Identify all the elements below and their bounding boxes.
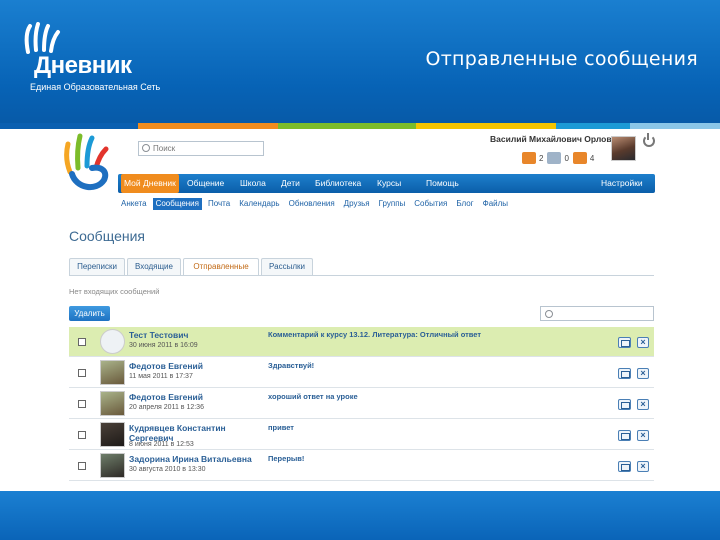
sender-name[interactable]: Федотов Евгений xyxy=(129,361,203,371)
avatar xyxy=(100,453,125,478)
sender-name[interactable]: Кудрявцев Константин Сергеевич xyxy=(129,423,239,443)
friends-counter[interactable]: 0 xyxy=(547,152,569,164)
search-input[interactable]: Поиск xyxy=(138,141,264,156)
search-placeholder: Поиск xyxy=(153,144,176,153)
reply-icon[interactable] xyxy=(618,461,631,472)
message-date: 30 июня 2011 в 16:09 xyxy=(129,342,198,349)
color-strip xyxy=(0,123,720,129)
tab-inbox[interactable]: Входящие xyxy=(127,258,181,275)
table-row[interactable]: Кудрявцев Константин Сергеевич 8 июня 20… xyxy=(69,420,654,450)
sender-name[interactable]: Задорина Ирина Витальевна xyxy=(129,454,252,464)
table-row[interactable]: Задорина Ирина Витальевна 30 августа 201… xyxy=(69,451,654,481)
logo-tagline: Единая Образовательная Сеть xyxy=(30,82,161,92)
app-screenshot: Поиск Василий Михайлович Орлов 2 0 4 Мой… xyxy=(60,130,660,488)
sender-name[interactable]: Федотов Евгений xyxy=(129,392,203,402)
notifications-counter[interactable]: 4 xyxy=(572,152,595,164)
message-subject[interactable]: хороший ответ на уроке xyxy=(268,392,358,401)
subnav-item-profile[interactable]: Анкета xyxy=(118,198,150,210)
nav-item-my-diary[interactable]: Мой Дневник xyxy=(121,174,179,193)
message-date: 30 августа 2010 в 13:30 xyxy=(129,466,206,473)
search-icon xyxy=(545,310,553,318)
message-date: 8 июня 2011 в 12:53 xyxy=(129,441,194,448)
nav-item-communication[interactable]: Общение xyxy=(184,174,227,193)
table-row[interactable]: Федотов Евгений 11 мая 2011 в 17:37 Здра… xyxy=(69,358,654,388)
subnav-item-blog[interactable]: Блог xyxy=(453,198,476,210)
tabs-divider xyxy=(69,275,654,276)
subnav-item-groups[interactable]: Группы xyxy=(376,198,409,210)
slide-footer xyxy=(0,491,720,540)
subnav-item-messages[interactable]: Сообщения xyxy=(152,198,202,210)
message-subject[interactable]: Комментарий к курсу 13.12. Литература: О… xyxy=(268,330,481,339)
row-checkbox[interactable] xyxy=(78,400,86,408)
notifications-count: 4 xyxy=(589,153,595,163)
friends-icon xyxy=(547,152,562,164)
delete-icon[interactable]: × xyxy=(637,337,649,348)
nav-item-courses[interactable]: Курсы xyxy=(374,174,404,193)
delete-button[interactable]: Удалить xyxy=(69,306,110,321)
message-tabs: Переписки Входящие Отправленные Рассылки xyxy=(69,258,314,275)
slide-title: Отправленные сообщения xyxy=(425,48,698,70)
nav-item-help[interactable]: Помощь xyxy=(423,174,462,193)
delete-icon[interactable]: × xyxy=(637,461,649,472)
subnav-item-files[interactable]: Файлы xyxy=(480,198,511,210)
message-subject[interactable]: Перерыв! xyxy=(268,454,304,463)
hand-logo-icon xyxy=(64,133,109,191)
nav-item-school[interactable]: Школа xyxy=(237,174,269,193)
page-title: Сообщения xyxy=(69,228,145,244)
nav-item-settings[interactable]: Настройки xyxy=(598,174,646,193)
search-icon xyxy=(142,144,150,152)
tab-sent[interactable]: Отправленные xyxy=(183,258,259,275)
slide-header: Дневник Единая Образовательная Сеть Отпр… xyxy=(0,0,720,123)
reply-icon[interactable] xyxy=(618,399,631,410)
row-checkbox[interactable] xyxy=(78,431,86,439)
row-checkbox[interactable] xyxy=(78,338,86,346)
tab-mailings[interactable]: Рассылки xyxy=(261,258,313,275)
notifications-icon xyxy=(572,152,587,164)
messages-counter[interactable]: 2 xyxy=(522,152,543,164)
messages-icon xyxy=(522,152,536,164)
user-name[interactable]: Василий Михайлович Орлов xyxy=(490,134,612,144)
table-row[interactable]: Тест Тестович 30 июня 2011 в 16:09 Комме… xyxy=(69,327,654,357)
subnav-item-mail[interactable]: Почта xyxy=(205,198,233,210)
row-checkbox[interactable] xyxy=(78,369,86,377)
filter-input[interactable] xyxy=(540,306,654,321)
messages-count: 2 xyxy=(539,153,544,163)
row-checkbox[interactable] xyxy=(78,462,86,470)
nav-item-library[interactable]: Библиотека xyxy=(312,174,364,193)
counters: 2 0 4 xyxy=(522,152,594,164)
friends-count: 0 xyxy=(564,153,569,163)
reply-icon[interactable] xyxy=(618,368,631,379)
avatar[interactable] xyxy=(611,136,636,161)
sub-nav: Анкета Сообщения Почта Календарь Обновле… xyxy=(118,198,514,210)
message-date: 11 мая 2011 в 17:37 xyxy=(129,373,193,380)
hand-logo-icon xyxy=(24,22,60,54)
logo-wordmark: Дневник xyxy=(34,52,132,79)
avatar xyxy=(100,360,125,385)
nav-item-children[interactable]: Дети xyxy=(278,174,303,193)
avatar-placeholder-icon xyxy=(100,329,125,354)
logout-icon[interactable] xyxy=(643,133,655,147)
subnav-item-calendar[interactable]: Календарь xyxy=(236,198,282,210)
subnav-item-events[interactable]: События xyxy=(411,198,450,210)
main-nav: Мой Дневник Общение Школа Дети Библиотек… xyxy=(118,174,655,193)
delete-icon[interactable]: × xyxy=(637,399,649,410)
message-subject[interactable]: Здравствуй! xyxy=(268,361,314,370)
reply-icon[interactable] xyxy=(618,337,631,348)
delete-icon[interactable]: × xyxy=(637,368,649,379)
reply-icon[interactable] xyxy=(618,430,631,441)
sender-name[interactable]: Тест Тестович xyxy=(129,330,188,340)
table-row[interactable]: Федотов Евгений 20 апреля 2011 в 12:36 х… xyxy=(69,389,654,419)
dnevnik-logo: Дневник Единая Образовательная Сеть xyxy=(20,22,180,96)
subnav-item-updates[interactable]: Обновления xyxy=(286,198,338,210)
message-date: 20 апреля 2011 в 12:36 xyxy=(129,404,204,411)
avatar xyxy=(100,422,125,447)
avatar xyxy=(100,391,125,416)
status-hint: Нет входящих сообщений xyxy=(69,287,160,296)
message-subject[interactable]: привет xyxy=(268,423,294,432)
tab-conversations[interactable]: Переписки xyxy=(69,258,125,275)
subnav-item-friends[interactable]: Друзья xyxy=(341,198,373,210)
delete-icon[interactable]: × xyxy=(637,430,649,441)
